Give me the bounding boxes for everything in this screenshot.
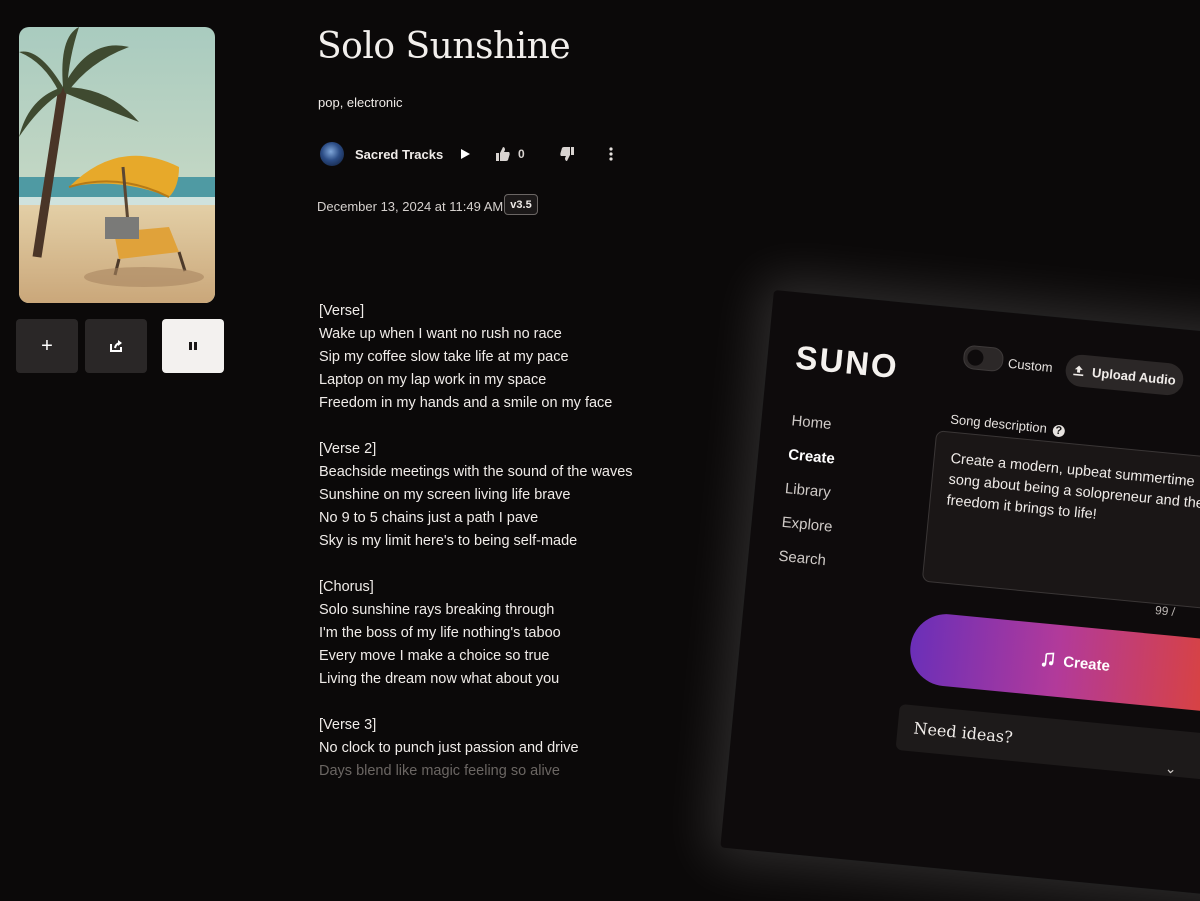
lyric-line: Solo sunshine rays breaking through [319, 602, 555, 618]
lyrics-block: [Verse] Wake up when I want no rush no r… [319, 300, 739, 783]
like-button[interactable]: 0 [495, 142, 525, 166]
lyric-line: No 9 to 5 chains just a path I pave [319, 510, 539, 526]
share-icon [110, 340, 122, 352]
more-vertical-icon [609, 147, 613, 161]
play-button[interactable] [459, 142, 471, 166]
lyric-spacer [319, 415, 739, 438]
nav-home[interactable]: Home [791, 412, 832, 433]
thumbs-down-icon [560, 147, 574, 161]
lyric-spacer [319, 553, 739, 576]
nav-search[interactable]: Search [778, 548, 827, 569]
music-note-icon [1041, 652, 1054, 667]
pause-button[interactable] [162, 319, 224, 373]
lyric-line: Freedom in my hands and a smile on my fa… [319, 395, 613, 411]
chevron-down-icon[interactable]: ⌄ [1164, 760, 1177, 778]
custom-label: Custom [1007, 355, 1054, 376]
lyric-line: No clock to punch just passion and drive [319, 740, 579, 756]
lyric-spacer [319, 691, 739, 714]
lyric-line: [Verse 2] [319, 441, 377, 457]
lyric-line: Beachside meetings with the sound of the… [319, 464, 633, 480]
pause-icon [189, 342, 197, 350]
lyric-line: [Chorus] [319, 579, 374, 595]
suno-create-screenshot: SUNO Home Create Library Explore Search … [720, 290, 1200, 901]
play-icon [461, 149, 470, 159]
share-button[interactable] [85, 319, 147, 373]
lyric-line: Wake up when I want no rush no race [319, 326, 562, 342]
need-ideas-label: Need ideas? [912, 718, 1014, 747]
lyric-line: Living the dream now what about you [319, 671, 560, 687]
song-description-value: Create a modern, upbeat summertime song … [945, 450, 1200, 523]
upload-audio-label: Upload Audio [1091, 364, 1177, 388]
version-badge: v3.5 [504, 194, 538, 215]
thumbs-up-icon [496, 147, 510, 161]
suno-logo: SUNO [793, 338, 901, 386]
create-button[interactable]: Create [906, 610, 1200, 715]
custom-toggle[interactable] [962, 344, 1005, 373]
need-ideas-panel[interactable]: Need ideas? ⌄ [895, 703, 1200, 783]
cover-art[interactable] [19, 27, 215, 303]
song-genres[interactable]: pop, electronic [318, 95, 403, 110]
lyric-line: Laptop on my lap work in my space [319, 372, 547, 388]
artist-avatar[interactable] [320, 142, 344, 166]
nav-explore[interactable]: Explore [781, 514, 833, 536]
artist-name[interactable]: Sacred Tracks [355, 147, 443, 162]
lyric-line: [Verse 3] [319, 717, 377, 733]
lyric-line: I'm the boss of my life nothing's taboo [319, 625, 561, 641]
lyric-line: Sunshine on my screen living life brave [319, 487, 571, 503]
help-icon[interactable]: ? [1052, 424, 1066, 438]
more-options-button[interactable] [608, 142, 614, 166]
add-to-playlist-button[interactable]: + [16, 319, 78, 373]
lyric-line: [Verse] [319, 303, 365, 319]
lyric-line: Sky is my limit here's to being self-mad… [319, 533, 578, 549]
upload-icon [1073, 365, 1084, 377]
create-button-label: Create [1062, 652, 1111, 675]
upload-audio-button[interactable]: Upload Audio [1064, 353, 1185, 397]
lyric-line: Every move I make a choice so true [319, 648, 550, 664]
song-title: Solo Sunshine [317, 26, 571, 67]
nav-library[interactable]: Library [784, 480, 831, 501]
like-count: 0 [518, 147, 525, 161]
song-description-input[interactable]: Create a modern, upbeat summertime song … [921, 430, 1200, 611]
beach-umbrella-artwork [19, 27, 215, 303]
nav-create[interactable]: Create [787, 446, 835, 467]
character-count: 99 / [1154, 603, 1176, 619]
created-date: December 13, 2024 at 11:49 AM [317, 199, 504, 214]
artist-row: Sacred Tracks [320, 142, 443, 166]
lyric-line: Sip my coffee slow take life at my pace [319, 349, 569, 365]
dislike-button[interactable] [559, 142, 575, 166]
plus-icon: + [41, 334, 53, 357]
